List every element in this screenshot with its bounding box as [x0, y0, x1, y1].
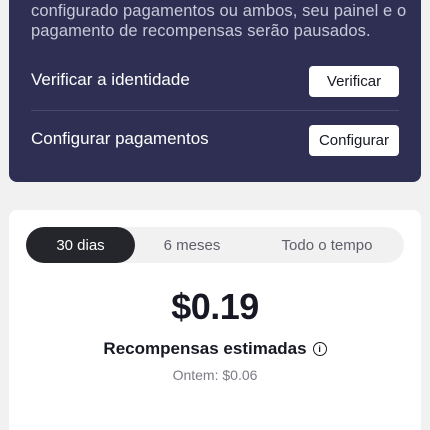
alert-message-line: pagamento de recompensas serão pausados.	[31, 22, 371, 40]
verify-identity-label: Verificar a identidade	[31, 70, 190, 89]
setup-payments-label: Configurar pagamentos	[31, 129, 209, 148]
estimated-rewards-label: Recompensas estimadas	[103, 339, 307, 358]
alert-message: configurado pagamentos ou ambos, seu pai…	[31, 1, 411, 41]
verify-button[interactable]: Verificar	[309, 66, 399, 97]
estimated-rewards-heading: Recompensas estimadas i	[0, 339, 430, 359]
info-icon[interactable]: i	[312, 342, 327, 356]
period-tabs: 30 dias 6 meses Todo o tempo	[26, 227, 404, 263]
estimated-rewards-amount: $0.19	[171, 286, 259, 327]
divider	[31, 110, 399, 111]
screen: configurado pagamentos ou ambos, seu pai…	[0, 0, 430, 430]
tab-all-time[interactable]: Todo o tempo	[266, 227, 388, 263]
yesterday-rewards: Ontem: $0.06	[172, 367, 258, 383]
tab-6-months[interactable]: 6 meses	[148, 227, 236, 263]
configure-button[interactable]: Configurar	[309, 125, 399, 156]
tab-30-days[interactable]: 30 dias	[26, 227, 135, 263]
alert-message-line: configurado pagamentos ou ambos, seu pai…	[31, 2, 407, 20]
